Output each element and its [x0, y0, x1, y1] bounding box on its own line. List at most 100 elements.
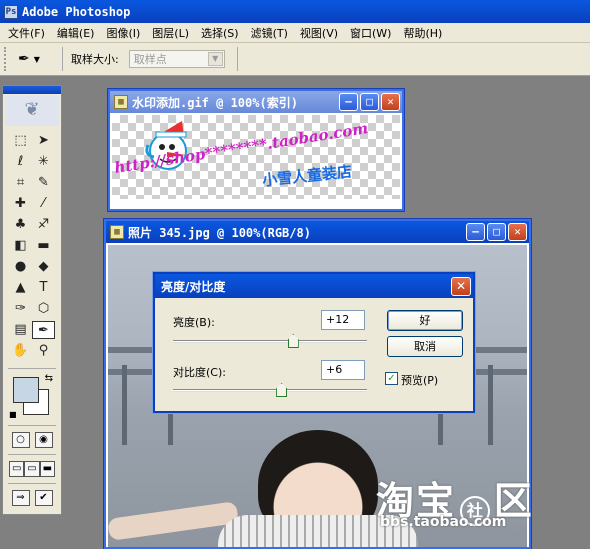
contrast-label: 对比度(C):	[173, 366, 226, 379]
magic-wand-icon[interactable]: ✳	[32, 153, 55, 171]
maximize-button[interactable]: □	[487, 223, 506, 241]
taobao-url: bbs.taobao.com	[380, 514, 507, 530]
screen-mode-full-icon[interactable]: ▬	[39, 461, 55, 477]
brush-icon[interactable]: ⁄	[32, 195, 55, 213]
sample-size-label: 取样大小:	[71, 53, 119, 66]
document-icon: ▦	[114, 95, 128, 109]
menu-window[interactable]: 窗口(W)	[344, 25, 397, 41]
close-button[interactable]: ✕	[381, 93, 400, 111]
cancel-button[interactable]: 取消	[387, 336, 463, 357]
brightness-slider-track[interactable]	[173, 340, 367, 343]
gradient-icon[interactable]: ▬	[32, 237, 55, 255]
photo-window-titlebar[interactable]: ▦ 照片 345.jpg @ 100%(RGB/8) – □ ✕	[106, 221, 529, 243]
chevron-down-icon: ▼	[207, 52, 223, 66]
menu-view[interactable]: 视图(V)	[294, 25, 344, 41]
screen-mode-buttons: ▭ ▭ ▬	[3, 459, 61, 479]
color-swatches: ⇆ ■	[9, 373, 55, 421]
brightness-label: 亮度(B):	[173, 316, 215, 329]
options-bar: ✒ ▼ 取样大小: 取样点 ▼	[0, 43, 590, 76]
menu-edit[interactable]: 编辑(E)	[51, 25, 101, 41]
mask-mode-buttons: ○ ◉	[3, 430, 61, 450]
watermark-window-titlebar[interactable]: ▦ 水印添加.gif @ 100%(索引) – □ ✕	[110, 91, 402, 113]
sample-size-select[interactable]: 取样点 ▼	[128, 50, 225, 68]
menu-file[interactable]: 文件(F)	[2, 25, 51, 41]
shape-icon[interactable]: ⬡	[32, 300, 55, 318]
toolbox-divider	[8, 368, 56, 369]
brightness-input[interactable]: +12	[321, 310, 365, 330]
brightness-slider-thumb[interactable]	[287, 334, 299, 348]
zoom-icon[interactable]: ⚲	[32, 342, 55, 360]
crop-icon[interactable]: ⌗	[9, 174, 32, 192]
photoshop-icon: Ps	[4, 4, 18, 19]
move-icon[interactable]: ➤	[32, 132, 55, 150]
eyedropper-icon: ✒	[18, 51, 30, 67]
type-icon[interactable]: T	[32, 279, 55, 297]
notes-icon[interactable]: ▤	[9, 321, 32, 339]
dialog-titlebar[interactable]: 亮度/对比度 ✕	[155, 274, 473, 298]
stamp-icon[interactable]: ♣	[9, 216, 32, 234]
pen-icon[interactable]: ✑	[9, 300, 32, 318]
menu-layer[interactable]: 图层(L)	[146, 25, 195, 41]
options-divider	[236, 47, 238, 71]
healing-icon[interactable]: ✚	[9, 195, 32, 213]
toolbox-divider	[8, 483, 56, 484]
watermark-window-title: 水印添加.gif @ 100%(索引)	[132, 95, 298, 110]
toolbox: ❦ ⬚ ➤ ℓ ✳ ⌗ ✎ ✚ ⁄ ♣ ♐ ◧ ▬ ● ◆ ▲ T ✑ ⬡ ▤ …	[2, 85, 62, 515]
toolbox-header[interactable]	[3, 86, 61, 94]
menu-help[interactable]: 帮助(H)	[397, 25, 448, 41]
tool-preset-picker[interactable]: ✒ ▼	[18, 51, 58, 67]
foreground-color-swatch[interactable]	[13, 377, 39, 403]
watermark-shop-name: 小雪人童装店	[261, 162, 353, 190]
lasso-icon[interactable]: ℓ	[9, 153, 32, 171]
jump-buttons: ⇒ ✔	[3, 488, 61, 508]
eyedropper-icon[interactable]: ✒	[32, 321, 55, 339]
menu-filter[interactable]: 滤镜(T)	[245, 25, 294, 41]
dialog-title: 亮度/对比度	[161, 279, 226, 294]
contrast-input[interactable]: +6	[321, 360, 365, 380]
chevron-down-icon: ▼	[33, 54, 40, 64]
minimize-button[interactable]: –	[466, 223, 485, 241]
app-title: Adobe Photoshop	[22, 4, 131, 19]
marquee-icon[interactable]: ⬚	[9, 132, 32, 150]
standard-mode-icon[interactable]: ○	[11, 432, 30, 448]
brightness-contrast-dialog: 亮度/对比度 ✕ 亮度(B): +12 对比度(C): +6 好 取消 ✓ 预览…	[153, 272, 475, 413]
preview-label: 预览(P)	[401, 374, 439, 387]
feather-icon[interactable]: ❦	[5, 96, 59, 126]
quick-mask-icon[interactable]: ◉	[34, 432, 53, 448]
dodge-icon[interactable]: ◆	[32, 258, 55, 276]
options-divider	[62, 47, 63, 71]
menu-select[interactable]: 选择(S)	[195, 25, 245, 41]
app-title-bar[interactable]: Ps Adobe Photoshop	[0, 0, 590, 23]
minimize-button[interactable]: –	[339, 93, 358, 111]
options-grip[interactable]	[4, 47, 8, 71]
blur-icon[interactable]: ●	[9, 258, 32, 276]
tool-grid: ⬚ ➤ ℓ ✳ ⌗ ✎ ✚ ⁄ ♣ ♐ ◧ ▬ ● ◆ ▲ T ✑ ⬡ ▤ ✒ …	[3, 128, 61, 364]
photo-window-title: 照片 345.jpg @ 100%(RGB/8)	[128, 225, 311, 240]
contrast-slider-thumb[interactable]	[276, 383, 288, 397]
ok-button[interactable]: 好	[387, 310, 463, 331]
screen-mode-menu-icon[interactable]: ▭	[24, 461, 40, 477]
jump-to-imageready-icon[interactable]: ⇒	[11, 490, 30, 506]
toolbox-divider	[8, 425, 56, 426]
contrast-slider-track[interactable]	[173, 389, 367, 392]
watermark-canvas[interactable]: http://shop********.taobao.com 小雪人童装店	[112, 115, 400, 199]
railing-post	[488, 365, 493, 445]
sample-size-value: 取样点	[133, 53, 167, 66]
default-colors-icon[interactable]: ■	[9, 410, 17, 419]
swap-colors-icon[interactable]: ⇆	[45, 373, 53, 384]
preview-checkbox[interactable]: ✓	[385, 372, 398, 385]
menu-image[interactable]: 图像(I)	[100, 25, 146, 41]
path-select-icon[interactable]: ▲	[9, 279, 32, 297]
check-icon[interactable]: ✔	[34, 490, 53, 506]
slice-icon[interactable]: ✎	[32, 174, 55, 192]
close-button[interactable]: ✕	[508, 223, 527, 241]
menu-bar: 文件(F) 编辑(E) 图像(I) 图层(L) 选择(S) 滤镜(T) 视图(V…	[0, 23, 590, 43]
hand-icon[interactable]: ✋	[9, 342, 32, 360]
screen-mode-standard-icon[interactable]: ▭	[9, 461, 25, 477]
eraser-icon[interactable]: ◧	[9, 237, 32, 255]
toolbox-divider	[8, 454, 56, 455]
maximize-button[interactable]: □	[360, 93, 379, 111]
history-brush-icon[interactable]: ♐	[32, 216, 55, 234]
dialog-close-button[interactable]: ✕	[451, 276, 471, 296]
taobao-community-watermark: 淘宝 社 区 bbs.taobao.com	[376, 470, 576, 534]
